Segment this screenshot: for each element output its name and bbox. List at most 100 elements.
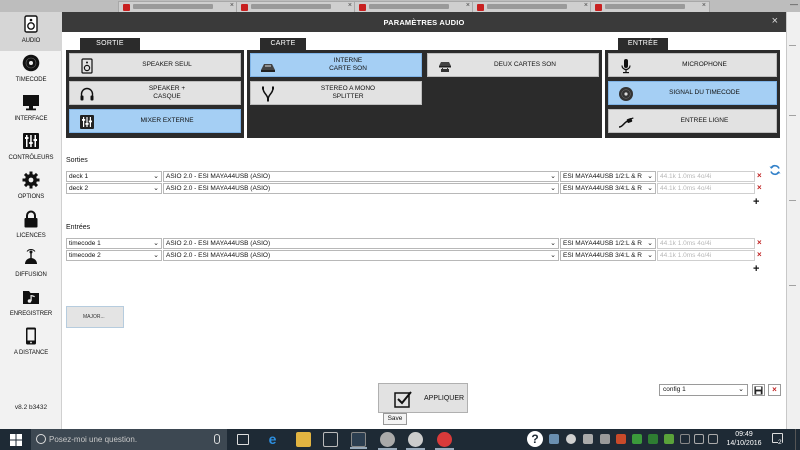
latency-field: 44.1k 1.0ms 4o/4i [657,183,755,194]
virtualdj-icon[interactable] [435,432,454,450]
tab-title-blurred [487,4,567,9]
latency-value: 44.1k 1.0ms 4o/4i [660,185,712,192]
sidebar-item-record[interactable]: ENREGISTRER [0,285,62,324]
floppy-icon [754,386,763,395]
tray-app-icon[interactable] [583,434,593,444]
taskbar-clock[interactable]: 09:49 14/10/2016 [726,431,762,449]
sidebar-item-broadcast[interactable]: DIFFUSION [0,246,62,285]
option-stereo-mono-splitter[interactable]: STEREO A MONO SPLITTER [250,81,422,105]
sidebar-item-options[interactable]: OPTIONS [0,168,62,207]
volume-icon[interactable] [708,434,718,444]
tray-app-icon[interactable] [632,434,642,444]
apply-button[interactable]: APPLIQUER [378,383,468,413]
taskbar-app-icon[interactable] [378,432,397,450]
delete-config-button[interactable]: × [768,384,781,396]
tray-app-icon[interactable] [664,434,674,444]
delete-row-icon[interactable]: × [757,238,762,247]
input-row: timecode 1 ⌄ ASIO 2.0 - ESI MAYA44USB (AS… [66,238,762,249]
option-signal-timecode[interactable]: SIGNAL DU TIMECODE [608,81,777,105]
taskbar-search-box[interactable]: Posez-moi une question. [31,429,227,450]
port-select[interactable]: ESI MAYA44USB 1/2:L & R ⌄ [560,238,656,249]
dialog-titlebar: PARAMÈTRES AUDIO × [62,12,786,32]
delete-row-icon[interactable]: × [757,183,762,192]
driver-select[interactable]: ASIO 2.0 - ESI MAYA44USB (ASIO) ⌄ [163,171,559,182]
channel-select[interactable]: deck 2 ⌄ [66,183,162,194]
store-icon[interactable] [323,432,338,447]
close-icon: × [772,385,777,394]
output-row: deck 2 ⌄ ASIO 2.0 - ESI MAYA44USB (ASIO) ⌄… [66,183,762,194]
bluetooth-icon[interactable] [680,434,690,444]
clock-time: 09:49 [735,431,753,438]
input-row: timecode 2 ⌄ ASIO 2.0 - ESI MAYA44USB (AS… [66,250,762,261]
driver-select[interactable]: ASIO 2.0 - ESI MAYA44USB (ASIO) ⌄ [163,250,559,261]
option-interne-carte-son[interactable]: INTERNE CARTE SON [250,53,422,77]
option-mixer-externe[interactable]: MIXER EXTERNE [69,109,241,133]
driver-select[interactable]: ASIO 2.0 - ESI MAYA44USB (ASIO) ⌄ [163,183,559,194]
port-select[interactable]: ESI MAYA44USB 3/4:L & R ⌄ [560,183,656,194]
option-speaker-casque[interactable]: SPEAKER + CASQUE [69,81,241,105]
browser-tab: × [236,1,356,12]
chevron-down-icon: ⌄ [647,185,653,192]
delete-row-icon[interactable]: × [757,250,762,259]
taskbar-app-icon[interactable] [350,432,367,449]
gear-icon [22,171,40,189]
channel-value: timecode 1 [69,240,101,247]
task-view-icon[interactable] [237,434,249,445]
tray-app-icon[interactable] [616,434,626,444]
sidebar-item-controllers[interactable]: CONTRÔLEURS [0,129,62,168]
lock-icon [24,210,38,228]
port-select[interactable]: ESI MAYA44USB 1/2:L & R ⌄ [560,171,656,182]
option-deux-cartes-son[interactable]: DEUX CARTES SON [427,53,599,77]
save-config-button[interactable] [752,384,765,396]
option-label: MIXER EXTERNE [140,117,194,125]
edge-browser-icon[interactable]: e [265,432,280,447]
microphone-icon [621,59,631,74]
windows-taskbar: Posez-moi une question. e ? 09:49 14/10/… [0,429,800,450]
network-icon[interactable] [694,434,704,444]
channel-select[interactable]: timecode 1 ⌄ [66,238,162,249]
option-speaker-seul[interactable]: SPEAKER SEUL [69,53,241,77]
channel-select[interactable]: deck 1 ⌄ [66,171,162,182]
taskbar-app-icon[interactable] [406,432,425,450]
bg-app-glyph: — [789,42,796,49]
tray-app-icon[interactable] [566,434,576,444]
sidebar-item-label: INTERFACE [14,116,48,122]
save-tooltip: Save [383,413,407,425]
add-input-icon[interactable]: + [753,263,759,275]
version-label: v8.2 b3432 [14,404,48,411]
option-microphone[interactable]: MICROPHONE [608,53,777,77]
sidebar-item-label: LICENCES [16,233,46,239]
line-cable-icon [618,117,634,128]
tray-app-icon[interactable] [600,434,610,444]
sidebar-item-audio[interactable]: AUDIO [0,12,62,51]
driver-select[interactable]: ASIO 2.0 - ESI MAYA44USB (ASIO) ⌄ [163,238,559,249]
delete-row-icon[interactable]: × [757,171,762,180]
channel-select[interactable]: timecode 2 ⌄ [66,250,162,261]
windows-start-icon[interactable] [10,434,22,446]
cortana-icon [36,434,46,444]
config-select[interactable]: config 1 ⌄ [659,384,748,396]
file-explorer-icon[interactable] [296,432,311,447]
close-button[interactable]: × [772,15,778,27]
notification-count-badge: 2 [778,439,782,446]
port-select[interactable]: ESI MAYA44USB 3/4:L & R ⌄ [560,250,656,261]
tray-app-icon[interactable] [549,434,559,444]
sidebar-item-interface[interactable]: INTERFACE [0,90,62,129]
group-tab-carte: CARTE [260,38,306,50]
add-output-icon[interactable]: + [753,196,759,208]
sidebar-item-remote[interactable]: A DISTANCE [0,324,62,363]
sidebar-item-licences[interactable]: LICENCES [0,207,62,246]
site-favicon-icon [477,4,484,11]
chevron-down-icon: ⌄ [153,252,159,259]
show-desktop-button[interactable] [795,429,800,450]
option-entree-ligne[interactable]: ENTREE LIGNE [608,109,777,133]
sidebar-item-label: OPTIONS [17,194,45,200]
dialog-title: PARAMÈTRES AUDIO [383,18,465,27]
advanced-button[interactable]: MAJOR... [66,306,124,328]
refresh-icon[interactable] [769,164,781,176]
sidebar-item-timecode[interactable]: TIMECODE [0,51,62,90]
sidebar-item-label: ENREGISTRER [9,311,53,317]
latency-field: 44.1k 1.0ms 4o/4i [657,250,755,261]
tray-app-icon[interactable] [648,434,658,444]
help-icon[interactable]: ? [527,431,543,447]
